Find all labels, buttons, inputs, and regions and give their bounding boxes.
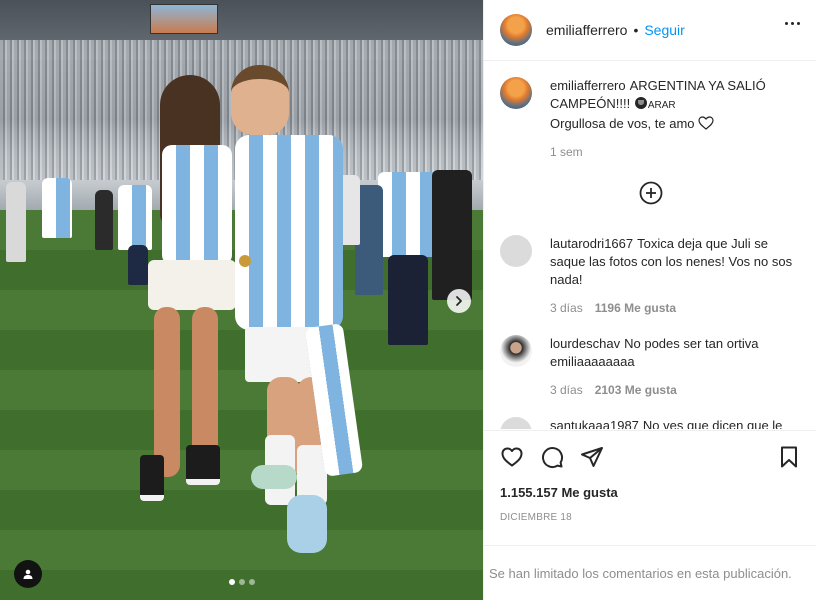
caption-emoji-text: ARAR (647, 100, 676, 111)
more-dot (791, 22, 794, 25)
comment-likes[interactable]: 1196 Me gusta (595, 301, 676, 315)
commenter-avatar[interactable] (500, 335, 532, 367)
stadium-screen (150, 4, 218, 34)
tagged-users-button[interactable] (14, 560, 42, 588)
comment-item: lautarodri1667 Toxica deja que Juli se sa… (500, 235, 801, 315)
commenter-avatar[interactable] (500, 417, 532, 429)
more-options-icon (785, 22, 788, 25)
post-date[interactable]: DICIEMBRE 18 (500, 512, 801, 523)
background-player (42, 178, 72, 238)
chevron-right-icon (456, 296, 462, 306)
caption-username[interactable]: emiliafferrero (550, 78, 626, 93)
next-slide-button[interactable] (447, 289, 471, 313)
plus-circle-icon[interactable] (639, 181, 663, 205)
caption-text: emiliafferrero ARGENTINA YA SALIÓ CAMPEÓN… (550, 77, 801, 133)
background-person (6, 182, 26, 262)
caption: emiliafferrero ARGENTINA YA SALIÓ CAMPEÓN… (500, 77, 801, 159)
load-more-comments (500, 181, 801, 205)
comment-icon[interactable] (540, 445, 564, 469)
background-person (95, 190, 113, 250)
comment-item: lourdeschav No podes ser tan ortiva emili… (500, 335, 801, 397)
comment-item: santukaaa1987No ves que dicen que le sir… (500, 417, 801, 429)
author-avatar[interactable] (500, 14, 532, 46)
more-dot (797, 22, 800, 25)
comment-text: lourdeschav No podes ser tan ortiva emili… (550, 335, 801, 371)
user-tag-icon (23, 569, 33, 579)
comment-meta: 3 días 1196 Me gusta (550, 301, 801, 315)
bookmark-icon[interactable] (777, 445, 801, 469)
follow-button[interactable]: Seguir (644, 22, 684, 38)
paper-plane-icon[interactable] (580, 445, 604, 469)
carousel-indicator (229, 579, 255, 585)
post-photo[interactable] (0, 0, 483, 600)
comment-time[interactable]: 3 días (550, 301, 583, 315)
background-person (432, 170, 472, 300)
commenter-username[interactable]: lourdeschav (550, 336, 620, 351)
background-player (378, 172, 438, 257)
post-sidebar: emiliafferrero • Seguir emiliafferrero AR… (483, 0, 816, 600)
comment-likes[interactable]: 2103 Me gusta (595, 383, 677, 397)
comment-meta: 3 días 2103 Me gusta (550, 383, 801, 397)
trophy-emoji-icon (634, 97, 647, 109)
carousel-dot (229, 579, 235, 585)
likes-count[interactable]: 1.155.157 Me gusta (500, 485, 801, 500)
author-username[interactable]: emiliafferrero (546, 22, 627, 38)
caption-time[interactable]: 1 sem (550, 145, 583, 159)
comment-text: santukaaa1987No ves que dicen que le sir… (550, 417, 801, 429)
commenter-username[interactable]: lautarodri1667 (550, 236, 633, 251)
caption-meta: 1 sem (550, 145, 801, 159)
comments-limited-notice: Se han limitado los comentarios en esta … (484, 545, 816, 600)
action-icons (500, 431, 801, 483)
post-header: emiliafferrero • Seguir (484, 0, 816, 61)
caption-avatar[interactable] (500, 77, 532, 109)
comment-text: lautarodri1667 Toxica deja que Juli se sa… (550, 235, 801, 289)
post-actions: 1.155.157 Me gusta DICIEMBRE 18 (484, 430, 816, 523)
commenter-username[interactable]: santukaaa1987 (550, 418, 639, 429)
player-figure (225, 65, 365, 560)
caption-line-2: Orgullosa de vos, te amo (550, 116, 695, 131)
heart-emoji-icon (698, 116, 714, 130)
commenter-avatar[interactable] (500, 235, 532, 267)
background-person (388, 255, 428, 345)
header-separator: • (633, 22, 639, 38)
carousel-dot (239, 579, 245, 585)
comment-time[interactable]: 3 días (550, 383, 583, 397)
heart-icon[interactable] (500, 445, 524, 469)
comments-section[interactable]: emiliafferrero ARGENTINA YA SALIÓ CAMPEÓN… (484, 61, 816, 429)
carousel-dot (249, 579, 255, 585)
more-options-button[interactable] (785, 22, 800, 25)
